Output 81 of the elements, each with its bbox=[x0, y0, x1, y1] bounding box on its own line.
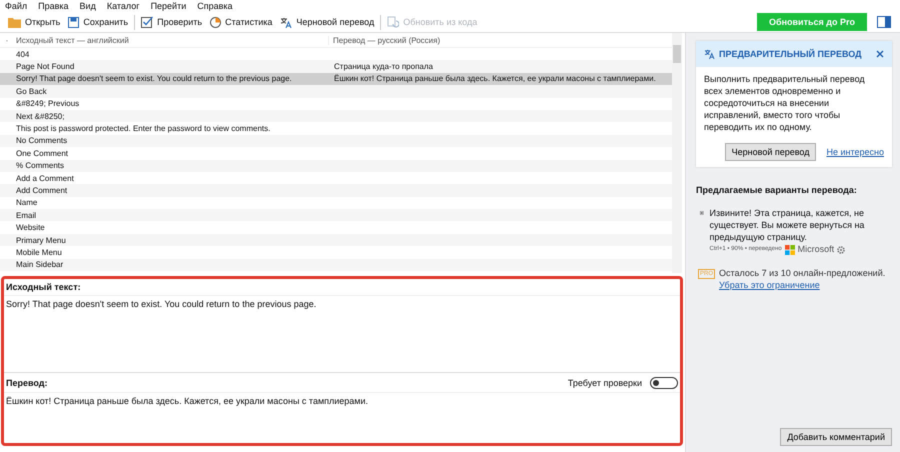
gear-icon[interactable] bbox=[837, 246, 846, 254]
translate-icon bbox=[704, 49, 715, 59]
source-cell-text: Add Comment bbox=[16, 186, 68, 195]
table-row[interactable]: Add a Comment bbox=[0, 172, 672, 184]
source-cell-text: One Comment bbox=[16, 148, 70, 158]
translation-label: Перевод: bbox=[6, 378, 48, 388]
table-row[interactable]: Add Comment bbox=[0, 184, 672, 197]
menu-item[interactable]: Вид bbox=[80, 1, 96, 11]
source-cell-text: &#8249; Previous bbox=[16, 99, 80, 108]
translation-field[interactable]: Ёшкин кот! Страница раньше была здесь. Кажется, ее украли масоны с тамплиерами. bbox=[4, 393, 680, 443]
toolbar-button[interactable]: Сохранить bbox=[64, 14, 132, 30]
translation-cell: Ёшкин кот! Страница раньше была здесь. Кажется, ее украли масоны с тамплиерами. bbox=[334, 74, 656, 84]
source-cell-text: Go Back bbox=[16, 86, 48, 96]
menu-item[interactable]: Правка bbox=[38, 1, 69, 11]
table-row[interactable]: Sorry! That page doesn't seem to exist. You could return to the previous page. Ёшкин кот! Страница раньше была здесь. Кажется, ее украли масоны с тамплиерами. bbox=[0, 72, 672, 86]
table-row[interactable]: Primary Menu bbox=[0, 234, 672, 246]
close-icon[interactable] bbox=[876, 50, 884, 58]
suggestion-icon bbox=[700, 209, 704, 217]
provider-name: Microsoft bbox=[798, 243, 834, 255]
not-interested-link[interactable]: Не интересно bbox=[826, 147, 884, 157]
source-cell-text: Add a Comment bbox=[16, 174, 75, 183]
table-row[interactable]: Page Not Found Страница куда-то пропала bbox=[0, 60, 672, 73]
table-row[interactable]: Mobile Menu bbox=[0, 246, 672, 259]
column-header[interactable]: Перевод — русский (Россия) bbox=[329, 36, 440, 44]
source-cell-text: This post is password protected. Enter the password to view comments. bbox=[16, 124, 272, 134]
table-row[interactable]: Main Sidebar bbox=[0, 258, 672, 272]
draft-translation-button[interactable]: Черновой перевод bbox=[724, 143, 816, 161]
table-row[interactable]: &#8249; Previous bbox=[0, 98, 672, 110]
suggestion-text[interactable]: Извините! Эта страница, кажется, не существует. Вы можете вернуться на предыдущую страницу. bbox=[710, 207, 892, 243]
refresh-icon bbox=[387, 16, 400, 28]
add-comment-button[interactable]: Добавить комментарий bbox=[780, 428, 892, 446]
source-cell-text: Email bbox=[16, 210, 38, 220]
sidebar-toggle-icon[interactable] bbox=[877, 16, 891, 28]
source-label: Исходный текст: bbox=[4, 279, 680, 296]
table-row[interactable]: Name bbox=[0, 196, 672, 210]
pie-chart-icon bbox=[210, 16, 222, 28]
toolbar-button[interactable]: Черновой перевод bbox=[276, 14, 378, 30]
windows-logo-icon bbox=[784, 245, 795, 255]
card-title: ПРЕДВАРИТЕЛЬНЫЙ ПЕРЕВОД bbox=[719, 49, 862, 59]
source-cell-text: Page Not Found bbox=[16, 62, 76, 72]
suggestions-title: Предлагаемые варианты перевода: bbox=[696, 185, 858, 195]
checkbox-icon bbox=[141, 16, 154, 28]
source-cell-text: No Comments bbox=[16, 136, 68, 146]
menu-item[interactable]: Файл bbox=[5, 1, 28, 11]
table-row[interactable]: Next &#8250; bbox=[0, 110, 672, 122]
table-row[interactable]: No Comments bbox=[0, 134, 672, 148]
needs-review-label: Требует проверки bbox=[568, 378, 642, 388]
source-cell-text: Sorry! That page doesn't seem to exist. You could return to the previous page. bbox=[16, 74, 293, 84]
translation-cell: Страница куда-то пропала bbox=[334, 62, 433, 72]
table-row[interactable]: % Comments bbox=[0, 160, 672, 172]
source-cell-text: Primary Menu bbox=[16, 236, 67, 245]
source-cell-text: Next &#8250; bbox=[16, 112, 66, 121]
table-row[interactable]: One Comment bbox=[0, 147, 672, 160]
menu-item[interactable]: Перейти bbox=[150, 1, 186, 11]
table-row[interactable]: Go Back bbox=[0, 85, 672, 98]
remove-limit-link[interactable]: Убрать это ограничение bbox=[719, 280, 820, 290]
source-cell-text: Name bbox=[16, 198, 38, 208]
table-row[interactable]: Email bbox=[0, 209, 672, 222]
source-cell-text: 404 bbox=[16, 50, 30, 59]
card-description: Выполнить предварительный перевод всех элементов одновременно и сосредоточиться на внесении исправлений, вместо того чтобы переводить их по одному. bbox=[704, 73, 866, 133]
translate-icon bbox=[280, 16, 292, 28]
source-cell-text: % Comments bbox=[16, 161, 66, 170]
pro-note: Осталось 7 из 10 онлайн-предложений. bbox=[719, 267, 886, 279]
toolbar-button[interactable]: Статистика bbox=[206, 14, 276, 30]
table-row[interactable]: Website bbox=[0, 221, 672, 234]
save-icon bbox=[68, 16, 80, 28]
menu-item[interactable]: Справка bbox=[197, 1, 233, 11]
source-cell-text: Mobile Menu bbox=[16, 248, 63, 257]
table-row[interactable]: This post is password protected. Enter the password to view comments. bbox=[0, 122, 672, 135]
source-cell-text: Main Sidebar bbox=[16, 260, 64, 270]
menu-item[interactable]: Каталог bbox=[106, 1, 140, 11]
table-row[interactable]: 404 bbox=[0, 48, 672, 60]
scrollbar[interactable] bbox=[672, 33, 682, 273]
source-text: Sorry! That page doesn't seem to exist. You could return to the previous page. bbox=[5, 298, 318, 311]
needs-review-toggle[interactable] bbox=[650, 376, 678, 388]
header-marker: · bbox=[4, 36, 10, 44]
toolbar-button[interactable]: Открыть bbox=[4, 14, 64, 30]
column-header[interactable]: Исходный текст — английский bbox=[14, 36, 329, 44]
toolbar-button[interactable]: Проверить bbox=[137, 14, 206, 30]
folder-icon bbox=[8, 16, 21, 28]
source-cell-text: Website bbox=[16, 223, 46, 232]
